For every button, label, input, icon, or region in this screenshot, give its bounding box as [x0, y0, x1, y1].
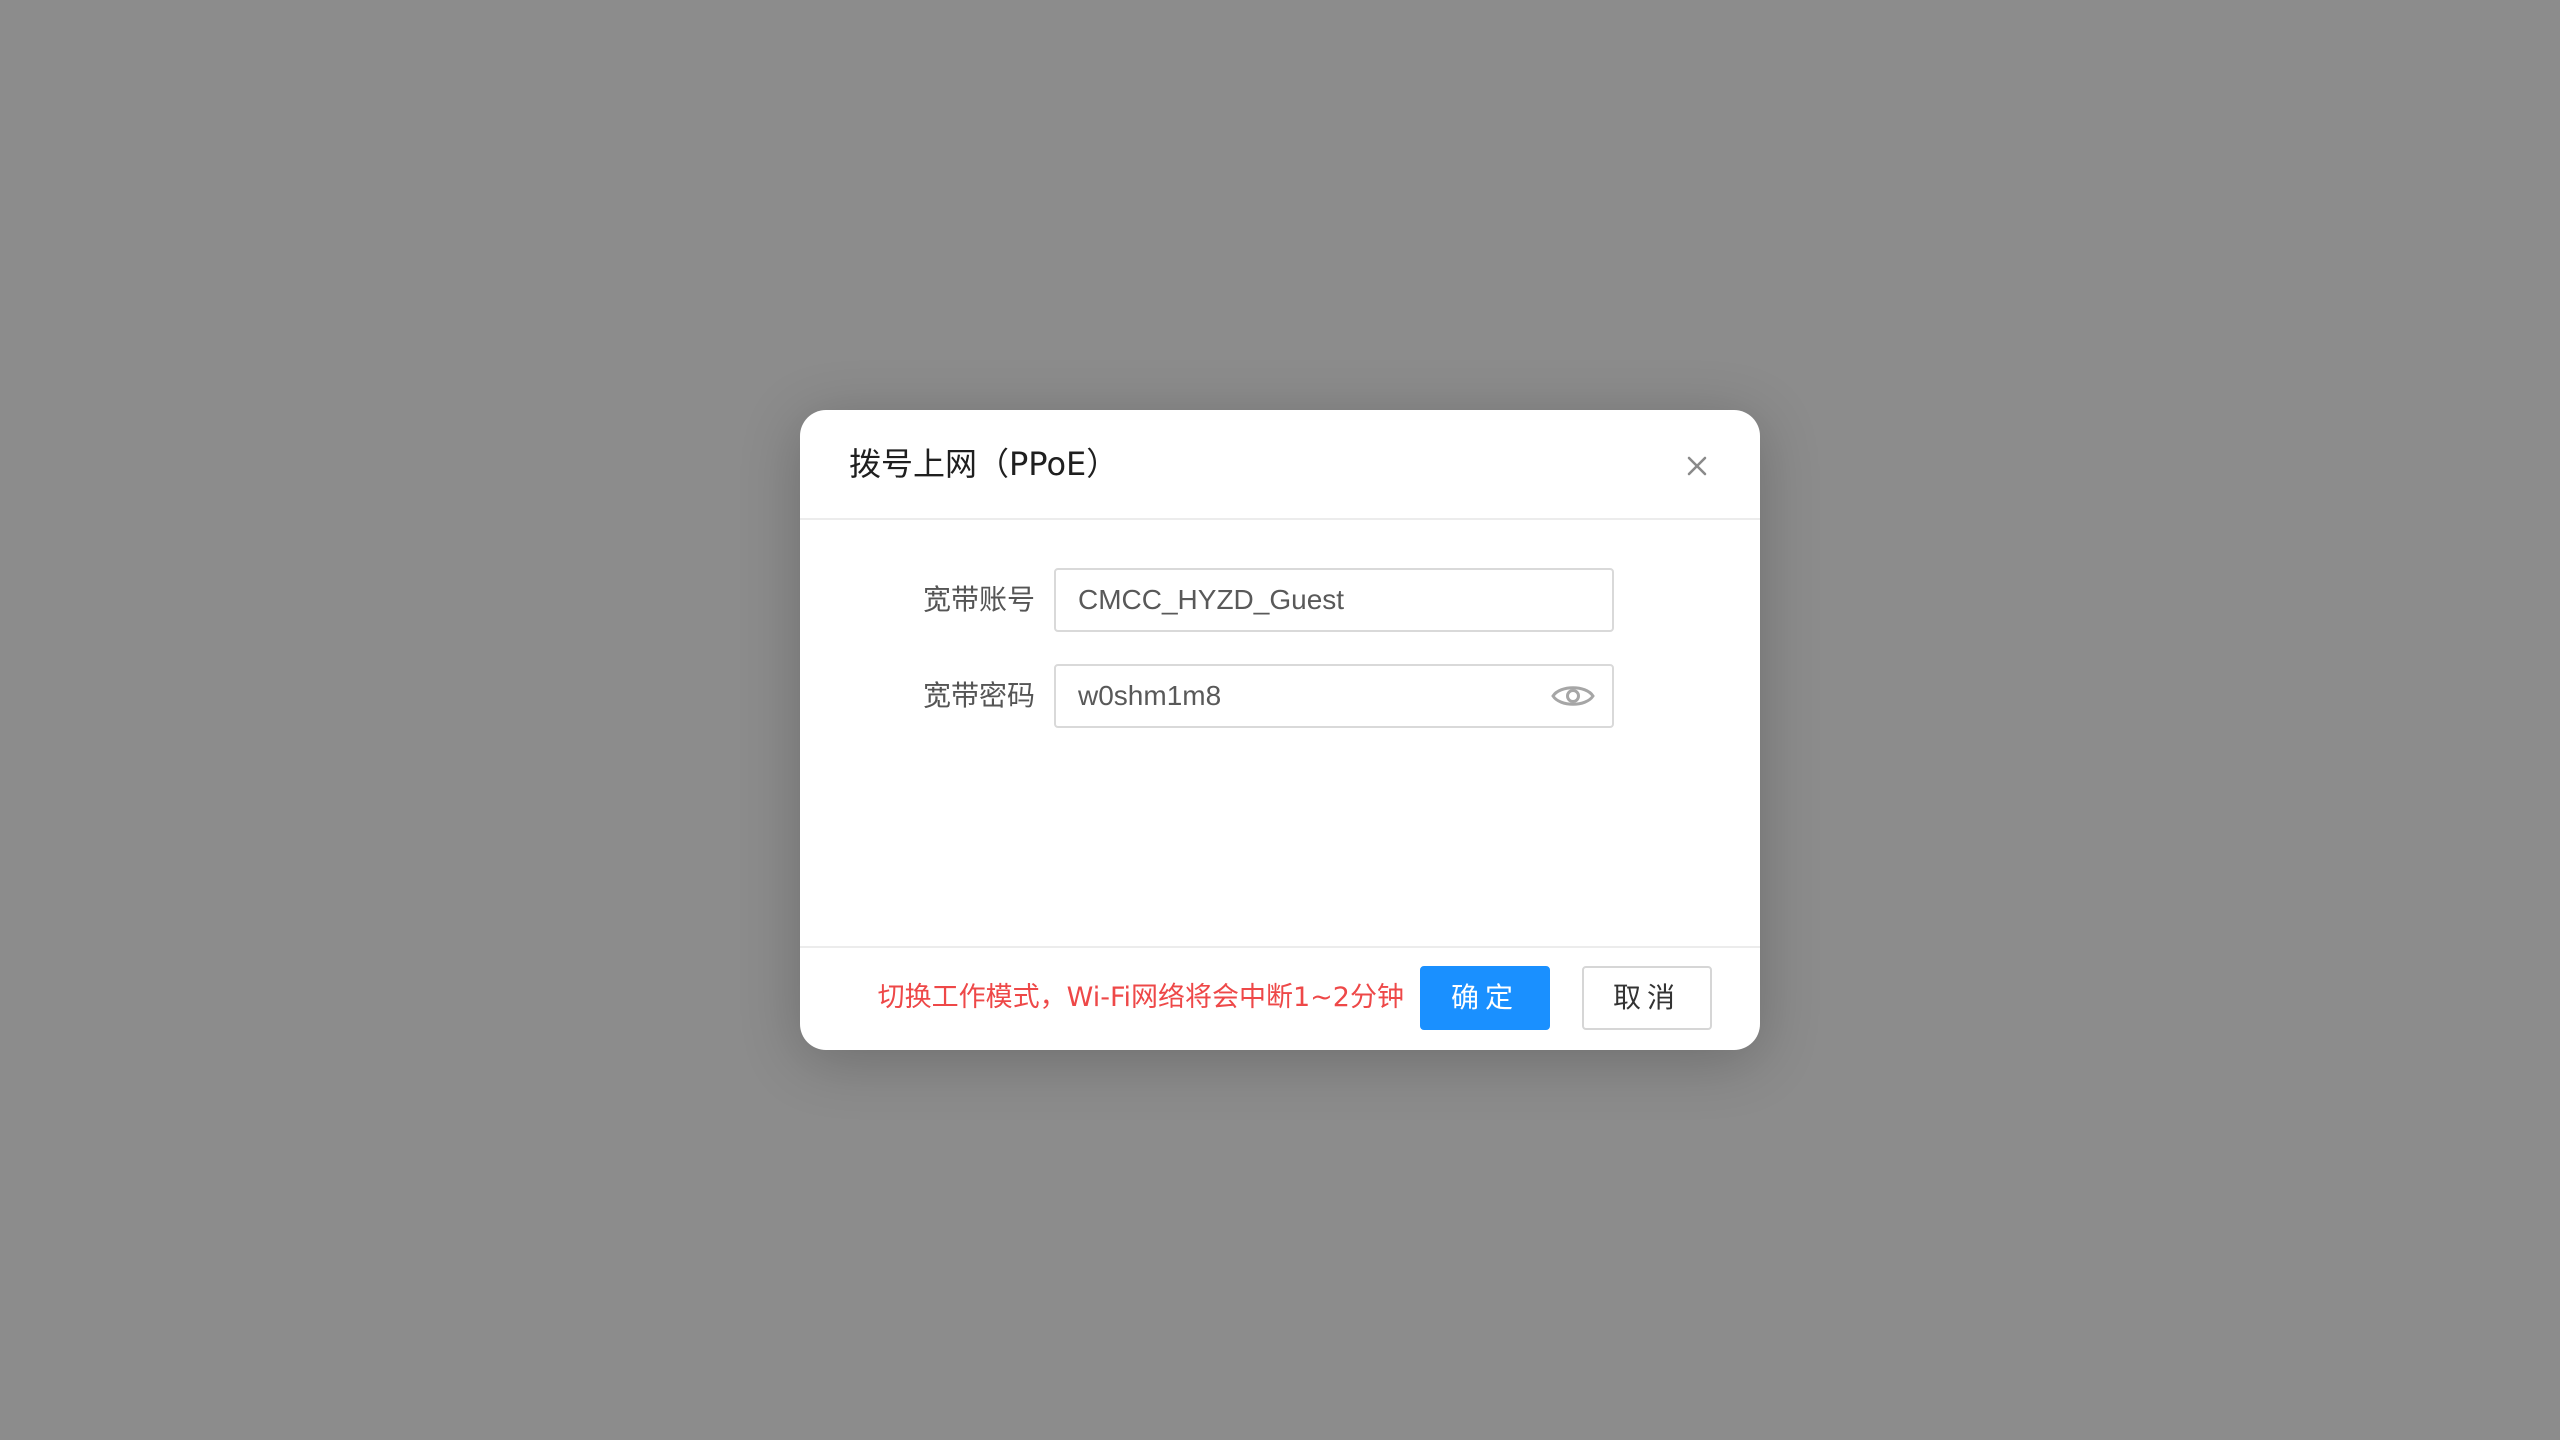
- password-input[interactable]: [1056, 666, 1612, 726]
- account-row: 宽带账号: [800, 568, 1760, 632]
- confirm-button[interactable]: 确定: [1420, 966, 1550, 1030]
- eye-icon: [1551, 686, 1595, 706]
- account-input-box: [1054, 568, 1614, 632]
- password-label: 宽带密码: [922, 679, 1035, 712]
- close-icon: [1687, 456, 1707, 476]
- password-row: 宽带密码: [800, 664, 1760, 728]
- password-visibility-toggle[interactable]: [1550, 680, 1596, 712]
- account-input[interactable]: [1056, 570, 1612, 630]
- cancel-button[interactable]: 取消: [1582, 966, 1712, 1030]
- pppoe-dialog: 拨号上网（PPoE） 宽带账号 宽带密码 切换工作模式，Wi-Fi网络将会: [800, 410, 1760, 1050]
- mode-switch-warning: 切换工作模式，Wi-Fi网络将会中断1~2分钟: [877, 982, 1404, 1013]
- dialog-title: 拨号上网（PPoE）: [849, 445, 1119, 483]
- close-button[interactable]: [1677, 446, 1717, 486]
- account-label: 宽带账号: [922, 583, 1035, 616]
- dialog-header: 拨号上网（PPoE）: [800, 410, 1760, 520]
- password-input-box: [1054, 664, 1614, 728]
- dialog-footer: 切换工作模式，Wi-Fi网络将会中断1~2分钟 确定 取消: [800, 946, 1760, 1050]
